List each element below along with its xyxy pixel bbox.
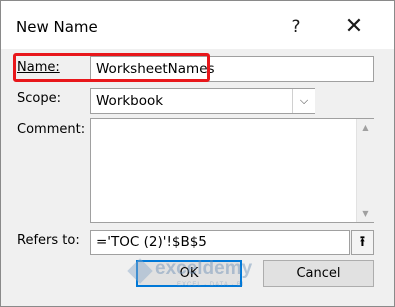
- comment-textarea[interactable]: [90, 118, 374, 223]
- scope-dropdown[interactable]: Workbook: [90, 88, 315, 114]
- close-button[interactable]: ✕: [331, 10, 377, 44]
- dialog-title: New Name: [16, 18, 98, 36]
- cancel-button[interactable]: Cancel: [263, 260, 374, 287]
- new-name-dialog: New Name ? ✕ Name: WorksheetNames Scope:…: [0, 0, 395, 307]
- scope-label: Scope:: [17, 91, 61, 106]
- scroll-up-arrow-icon[interactable]: ▲: [357, 119, 374, 136]
- refers-to-label: Refers to:: [17, 233, 80, 248]
- help-button[interactable]: ?: [273, 10, 319, 44]
- name-highlight-box: [13, 53, 210, 82]
- refers-to-input[interactable]: ='TOC (2)'!$B$5: [90, 230, 350, 255]
- chevron-down-icon[interactable]: ⌵: [292, 89, 315, 113]
- scroll-down-arrow-icon[interactable]: ▼: [357, 205, 374, 222]
- title-bar: New Name ? ✕: [1, 1, 394, 49]
- collapse-dialog-icon[interactable]: ⭱: [351, 230, 374, 255]
- ok-button[interactable]: OK: [136, 260, 242, 287]
- comment-scrollbar[interactable]: ▲ ▼: [356, 119, 374, 222]
- comment-label: Comment:: [17, 122, 86, 137]
